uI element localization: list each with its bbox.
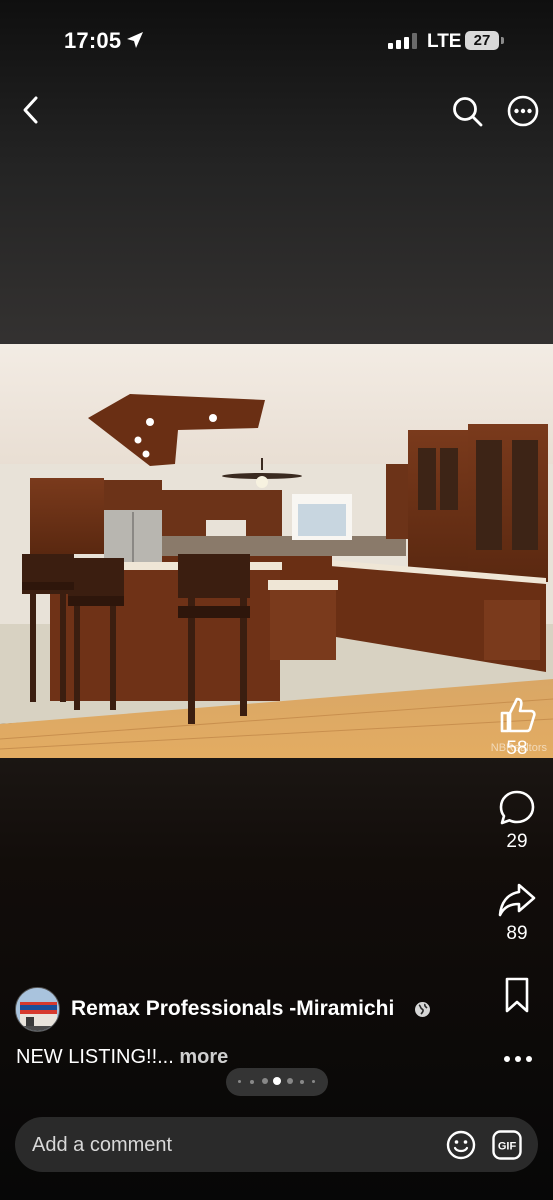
battery-icon: 27: [465, 31, 499, 50]
signal-icon: [388, 33, 418, 49]
account-name[interactable]: Remax Professionals -Miramichi: [71, 997, 394, 1021]
location-arrow-icon: [127, 32, 143, 48]
gif-icon[interactable]: GIF: [491, 1129, 523, 1161]
kitchen-illustration: [0, 344, 553, 758]
comment-icon[interactable]: [497, 788, 537, 828]
photo-pager[interactable]: [226, 1068, 328, 1096]
battery-cap: [501, 37, 504, 44]
pager-dot: [300, 1080, 304, 1084]
post-caption[interactable]: NEW LISTING!!... more: [16, 1046, 228, 1069]
svg-text:GIF: GIF: [498, 1141, 517, 1153]
share-count: 89: [506, 923, 528, 944]
pager-dot: [312, 1080, 315, 1083]
pager-dot: [250, 1080, 254, 1084]
search-icon[interactable]: [450, 94, 484, 128]
thumbs-up-icon[interactable]: [497, 695, 537, 735]
avatar[interactable]: [15, 987, 60, 1032]
pager-dot: [287, 1078, 293, 1084]
caption-more-link[interactable]: more: [179, 1046, 228, 1068]
globe-icon: [415, 1002, 430, 1017]
network-label: LTE: [427, 31, 462, 52]
remax-logo-image: [16, 988, 59, 1031]
status-time: 17:05: [64, 28, 122, 53]
share-icon[interactable]: [497, 880, 537, 920]
comment-placeholder[interactable]: Add a comment: [32, 1134, 172, 1157]
comment-count: 29: [506, 831, 528, 852]
kitchen-photo[interactable]: NBRealtors: [0, 344, 553, 758]
screen: 17:05 LTE 27 NBRealtors 58 29 89 Remax P…: [0, 0, 553, 1200]
more-circle-icon[interactable]: [506, 94, 540, 128]
pager-dot: [262, 1078, 268, 1084]
more-dots-icon[interactable]: [503, 1054, 533, 1064]
like-count: 58: [506, 738, 528, 759]
pager-dot: [238, 1080, 241, 1083]
pager-dot-active: [273, 1077, 281, 1085]
comment-input[interactable]: Add a comment GIF: [15, 1117, 538, 1172]
back-chevron-icon[interactable]: [16, 92, 48, 128]
emoji-icon[interactable]: [445, 1129, 477, 1161]
caption-text: NEW LISTING!!...: [16, 1046, 174, 1068]
bookmark-icon[interactable]: [497, 975, 537, 1015]
